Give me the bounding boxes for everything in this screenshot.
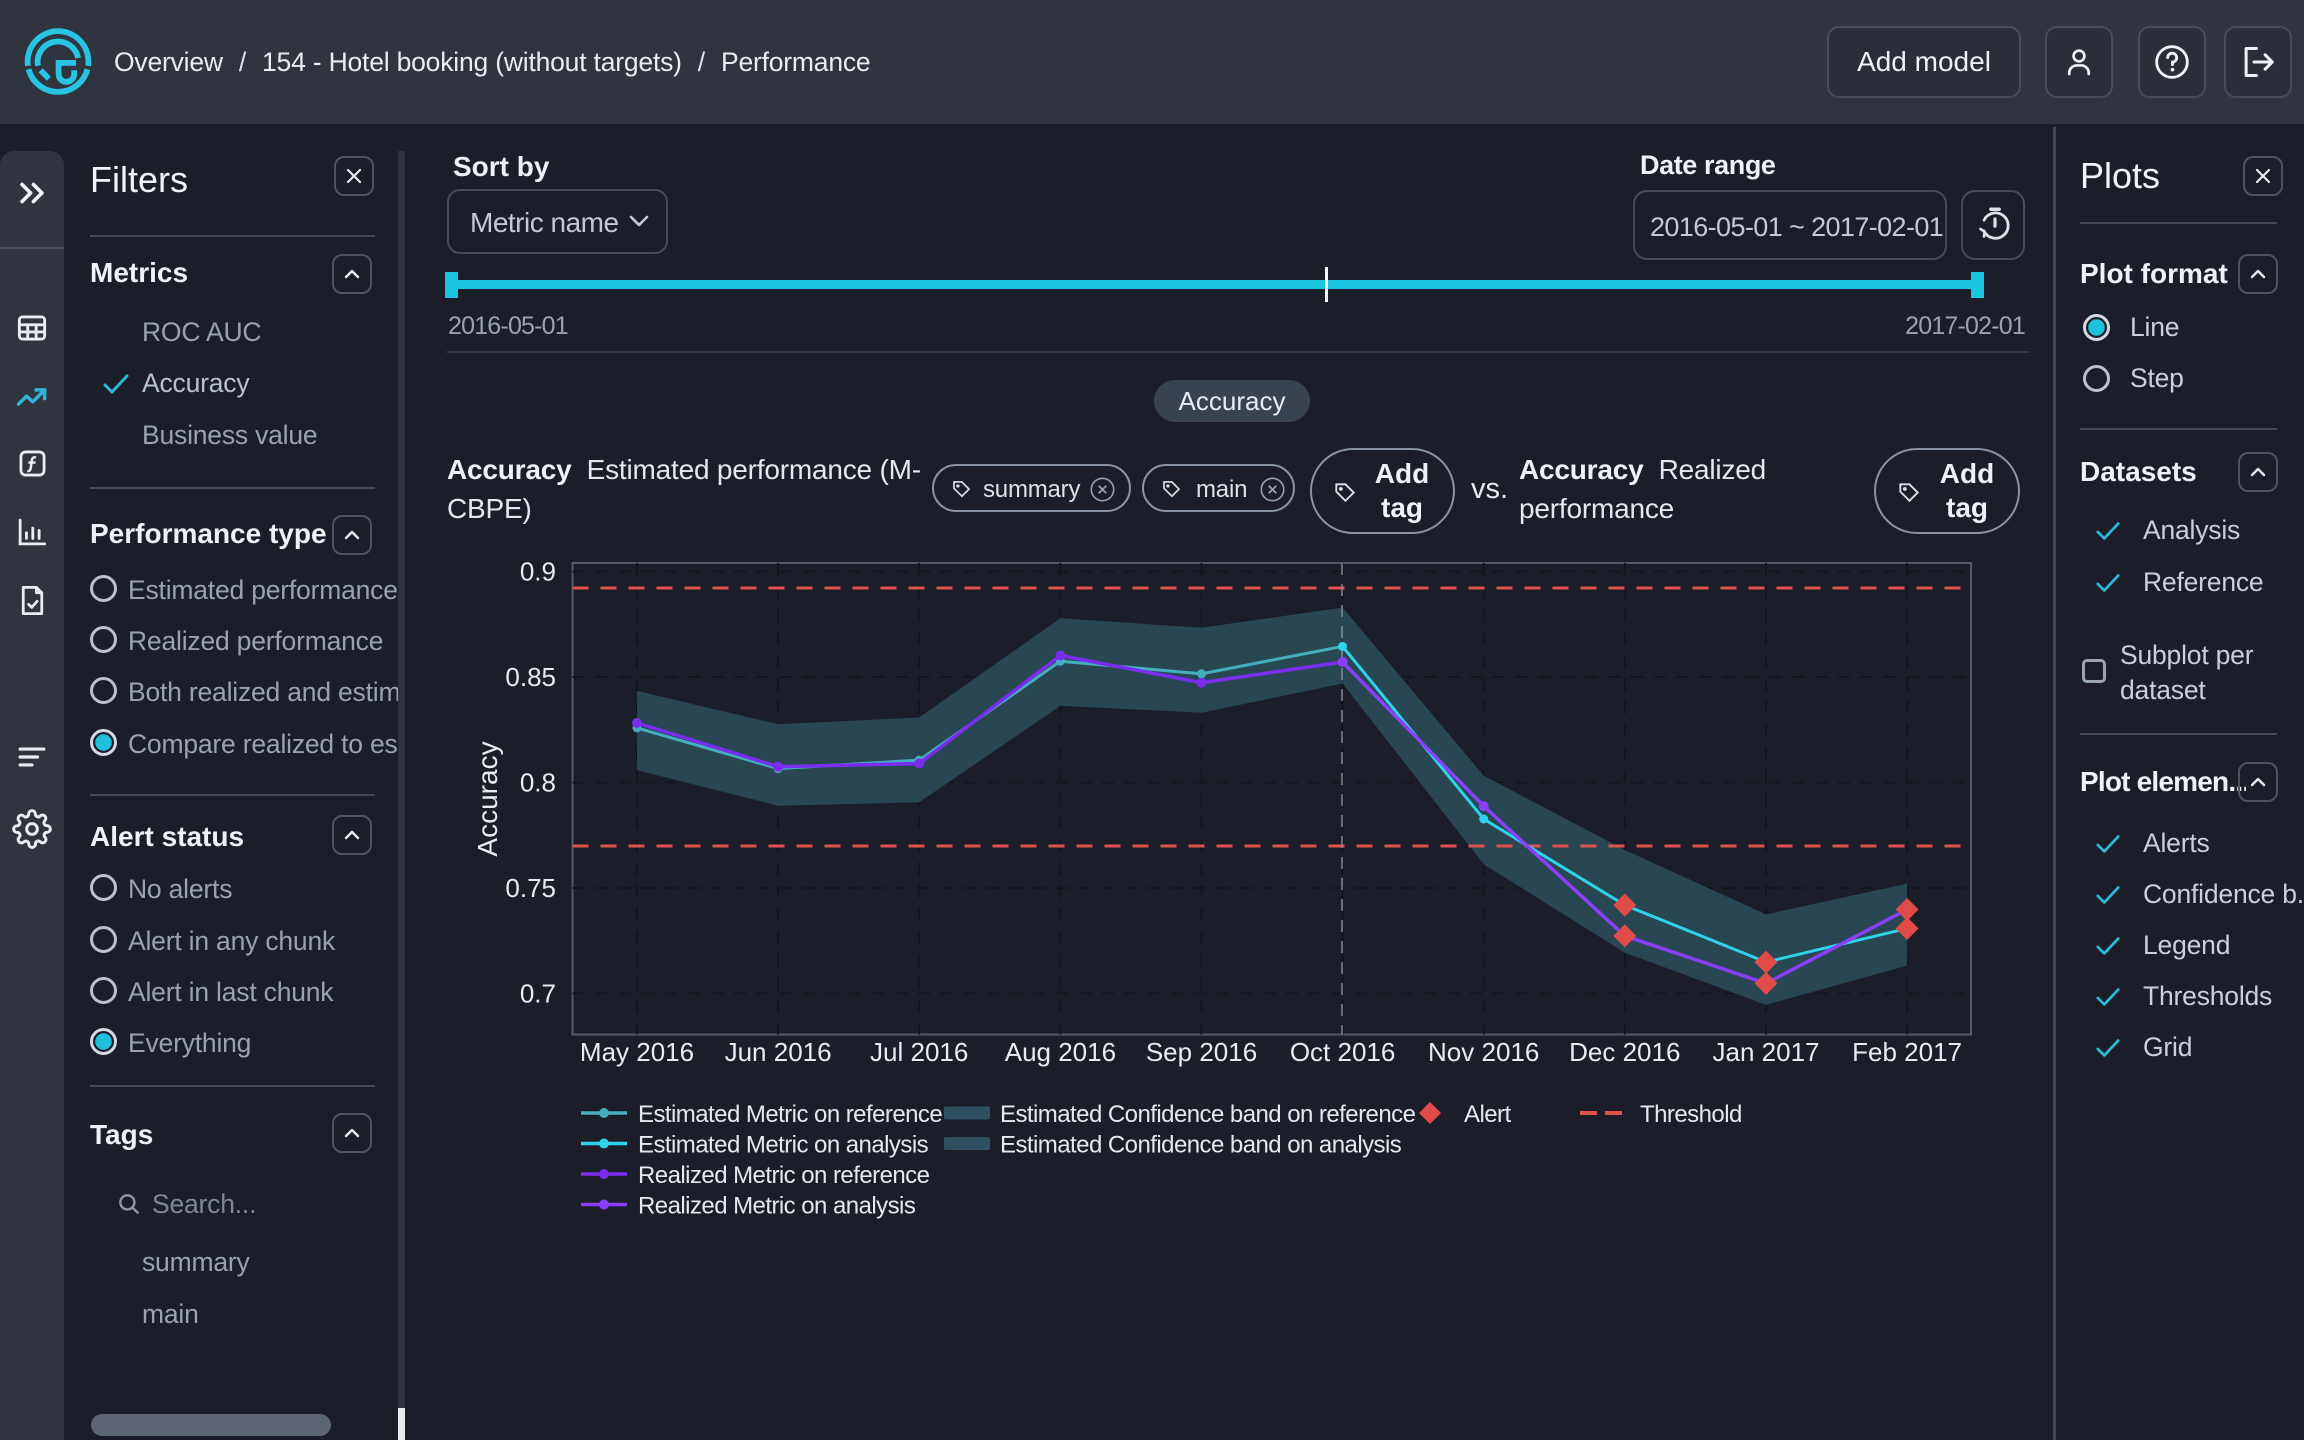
svg-text:0.8: 0.8: [520, 768, 556, 798]
svg-text:Estimated Metric on reference: Estimated Metric on reference: [638, 1101, 942, 1128]
svg-text:Feb 2017: Feb 2017: [1852, 1037, 1962, 1067]
svg-text:May 2016: May 2016: [580, 1037, 694, 1067]
svg-text:Sep 2016: Sep 2016: [1146, 1037, 1257, 1067]
svg-text:Jun 2016: Jun 2016: [725, 1037, 832, 1067]
svg-text:Estimated Confidence band on r: Estimated Confidence band on reference: [1000, 1101, 1416, 1128]
svg-text:0.85: 0.85: [505, 662, 556, 692]
svg-text:Oct 2016: Oct 2016: [1290, 1037, 1396, 1067]
svg-text:0.75: 0.75: [505, 873, 556, 903]
svg-text:Alert: Alert: [1464, 1101, 1511, 1128]
svg-text:Dec 2016: Dec 2016: [1569, 1037, 1680, 1067]
svg-text:Realized Metric on reference: Realized Metric on reference: [638, 1162, 930, 1189]
svg-text:Accuracy: Accuracy: [472, 741, 503, 856]
svg-text:Realized Metric on analysis: Realized Metric on analysis: [638, 1193, 916, 1220]
svg-text:Nov 2016: Nov 2016: [1428, 1037, 1539, 1067]
svg-text:Aug 2016: Aug 2016: [1005, 1037, 1116, 1067]
svg-text:0.9: 0.9: [520, 557, 556, 587]
svg-text:0.7: 0.7: [520, 979, 556, 1009]
svg-text:Estimated Confidence band on a: Estimated Confidence band on analysis: [1000, 1132, 1402, 1159]
svg-text:Threshold: Threshold: [1640, 1101, 1742, 1128]
svg-text:Jul 2016: Jul 2016: [870, 1037, 968, 1067]
svg-text:Jan 2017: Jan 2017: [1713, 1037, 1820, 1067]
svg-text:Estimated Metric on analysis: Estimated Metric on analysis: [638, 1132, 929, 1159]
